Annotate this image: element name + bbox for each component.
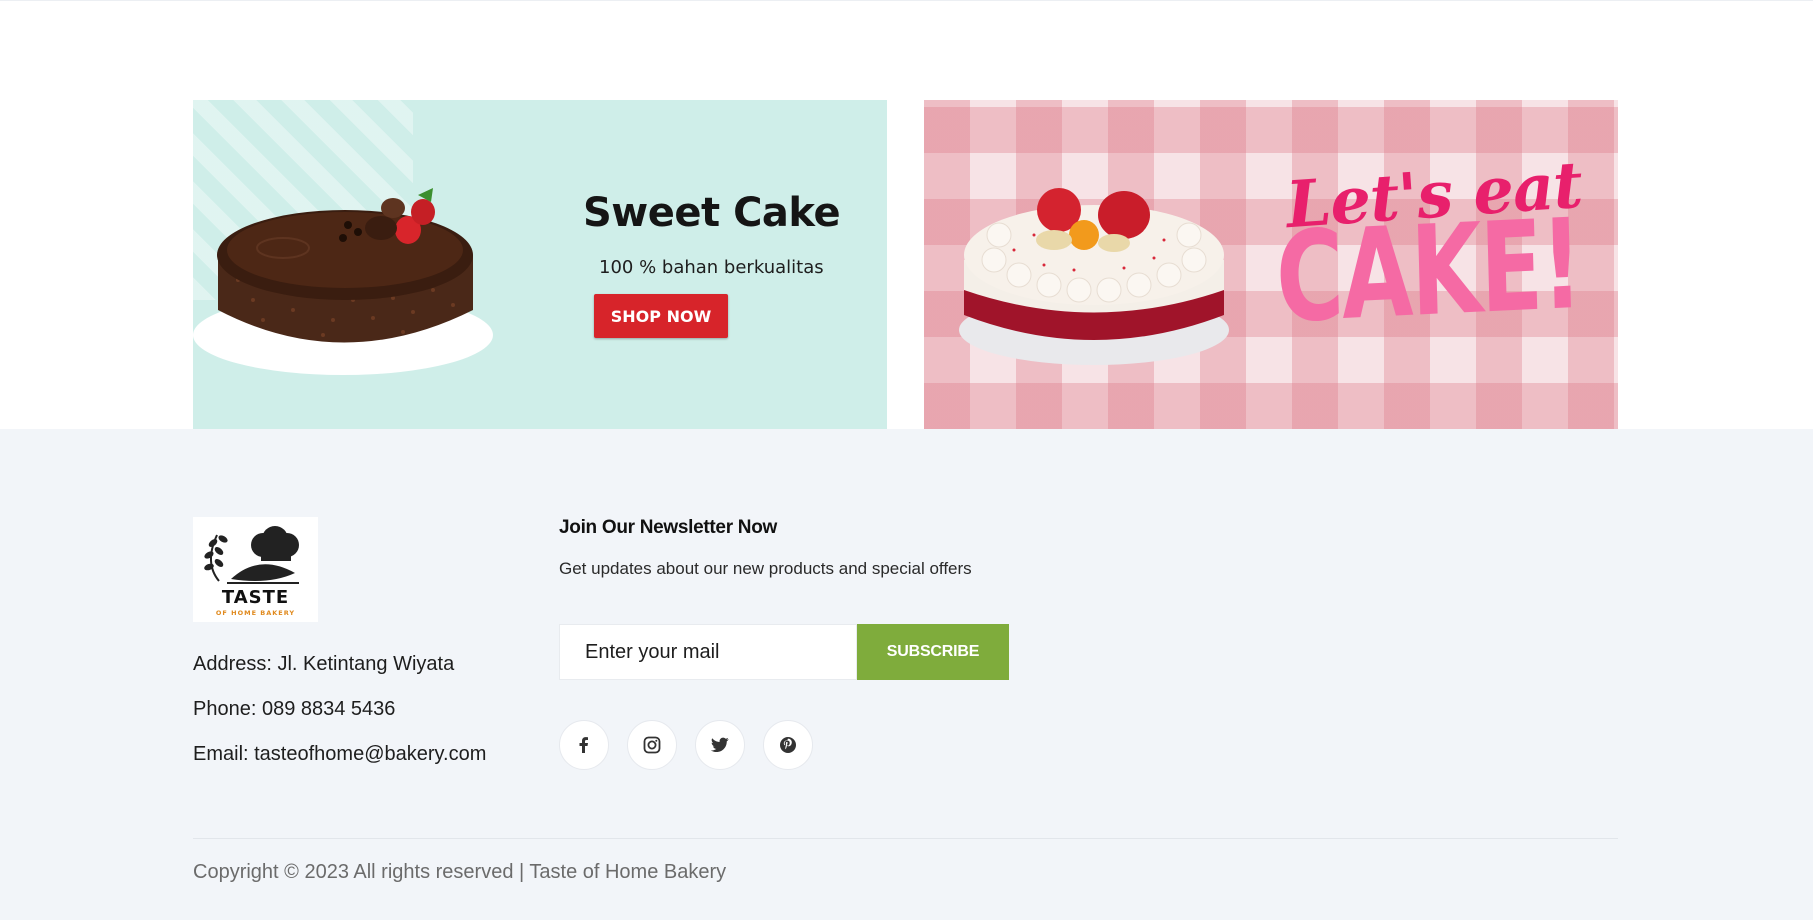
newsletter-subtitle: Get updates about our new products and s…	[559, 559, 972, 578]
newsletter-title: Join Our Newsletter Now	[559, 517, 777, 538]
pinterest-icon	[780, 737, 796, 753]
cake-headline: CAKE!	[1274, 192, 1583, 351]
instagram-icon	[643, 736, 661, 754]
logo-tagline: OF HOME BAKERY	[215, 609, 296, 617]
red-velvet-cake-image	[959, 188, 1229, 365]
banner-title: Sweet Cake	[583, 190, 841, 236]
site-footer: TASTE OF HOME BAKERY Address: Jl. Ketint…	[0, 429, 1813, 920]
logo-name: TASTE	[221, 587, 290, 608]
subscribe-button[interactable]: SUBSCRIBE	[857, 624, 1009, 680]
footer-divider	[193, 838, 1618, 839]
lets-eat-cake-banner[interactable]: Let's eat CAKE!	[924, 100, 1618, 429]
facebook-icon	[579, 737, 588, 753]
chocolate-cake-image	[193, 188, 493, 375]
chef-hat-bread-icon	[204, 526, 299, 584]
email-input[interactable]	[559, 624, 857, 680]
top-divider	[0, 0, 1813, 1]
sweet-cake-banner[interactable]: Sweet Cake 100 % bahan berkualitas SHOP …	[193, 100, 887, 429]
email-text: Email: tasteofhome@bakery.com	[193, 743, 487, 765]
copyright-text: Copyright © 2023 All rights reserved | T…	[193, 861, 727, 883]
twitter-link[interactable]	[695, 720, 745, 770]
twitter-icon	[711, 737, 729, 753]
shop-now-button[interactable]: SHOP NOW	[594, 294, 728, 338]
phone-text: Phone: 089 8834 5436	[193, 698, 396, 720]
instagram-link[interactable]	[627, 720, 677, 770]
banner-subtitle: 100 % bahan berkualitas	[599, 257, 824, 278]
promo-banners: Sweet Cake 100 % bahan berkualitas SHOP …	[193, 100, 1618, 429]
address-text: Address: Jl. Ketintang Wiyata	[193, 653, 455, 675]
facebook-link[interactable]	[559, 720, 609, 770]
pinterest-link[interactable]	[763, 720, 813, 770]
bakery-logo[interactable]: TASTE OF HOME BAKERY	[193, 517, 318, 622]
